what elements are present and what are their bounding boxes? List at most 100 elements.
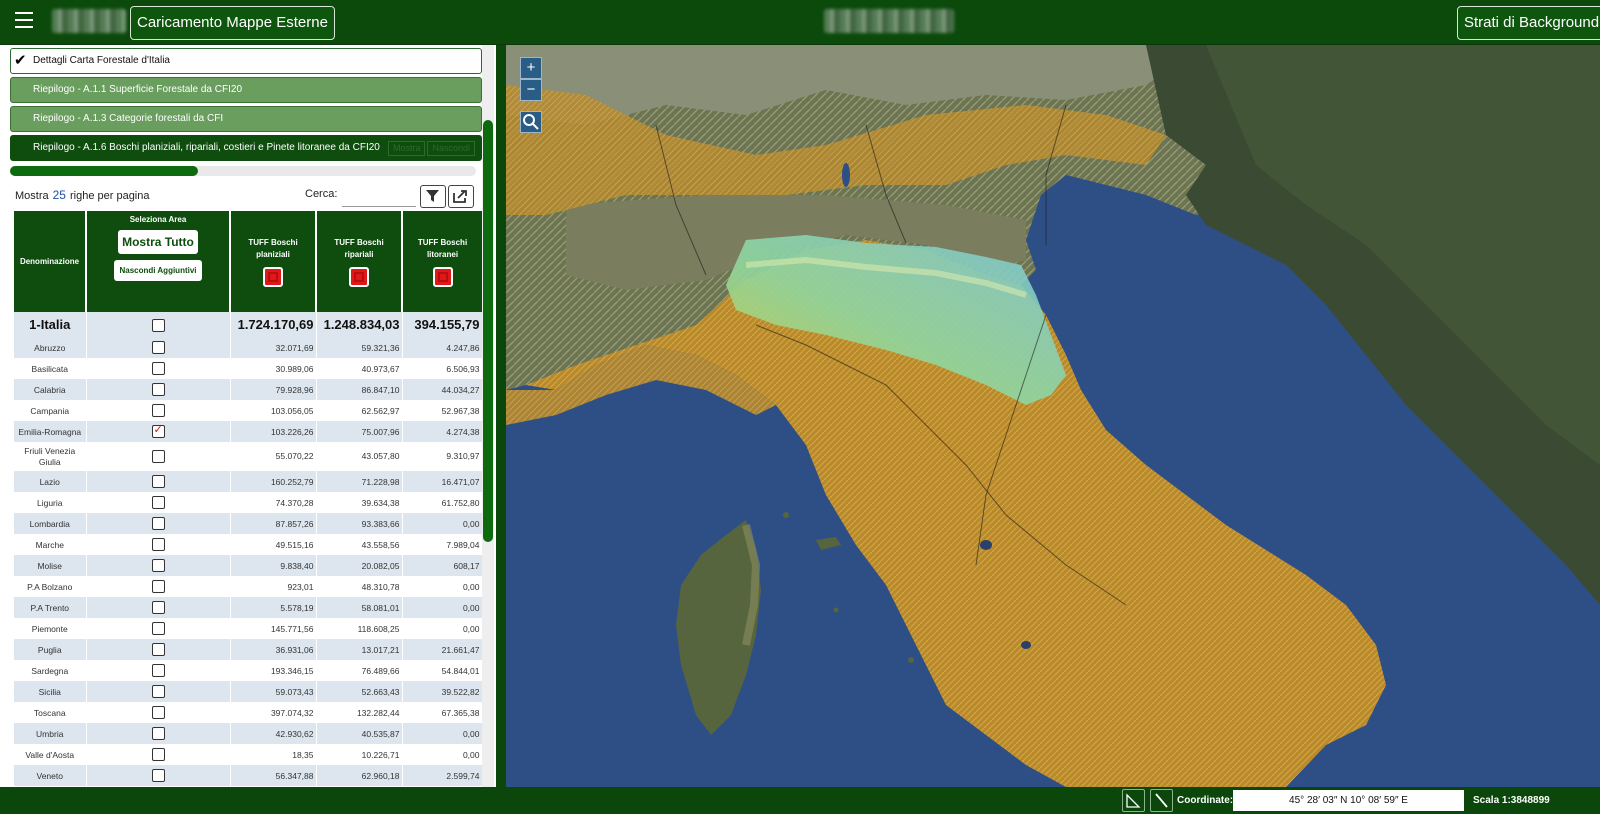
- map-view[interactable]: + −: [506, 45, 1600, 787]
- select-checkbox[interactable]: [151, 341, 165, 354]
- cell-value: 0,00: [402, 513, 482, 534]
- cell-name: Sicilia: [14, 681, 87, 702]
- select-checkbox[interactable]: [151, 450, 165, 463]
- col-header-name[interactable]: Denominazione: [14, 211, 87, 312]
- zoom-box-button[interactable]: [520, 111, 542, 133]
- select-checkbox[interactable]: [151, 538, 165, 551]
- cell-select: [86, 597, 231, 618]
- select-checkbox[interactable]: [151, 685, 165, 698]
- zoom-in-button[interactable]: +: [520, 57, 542, 79]
- select-checkbox[interactable]: [151, 664, 165, 677]
- col-header-select-area: Seleziona Area Mostra Tutto Nascondi Agg…: [86, 211, 231, 312]
- cell-value: 132.282,44: [316, 702, 403, 723]
- page-size-select[interactable]: 25: [53, 188, 66, 202]
- horizontal-scroll-thumb[interactable]: [10, 166, 198, 176]
- select-checkbox[interactable]: [151, 580, 165, 593]
- table-body: 1-Italia 1.724.170,69 1.248.834,03 394.1…: [14, 312, 482, 786]
- toggle-ripariali-button[interactable]: [349, 266, 369, 287]
- cell-value: 40.973,67: [316, 358, 403, 379]
- cell-value: 103.226,26: [230, 421, 317, 442]
- cell-value: 1.724.170,69: [230, 312, 317, 337]
- select-checkbox[interactable]: [151, 404, 165, 417]
- table-row: P.A Trento 5.578,19 58.081,01 0,00: [14, 597, 482, 618]
- zoom-out-button[interactable]: −: [520, 79, 542, 101]
- filter-button[interactable]: [420, 185, 446, 208]
- select-checkbox[interactable]: [151, 769, 165, 782]
- cell-value: 52.967,38: [402, 400, 482, 421]
- col-header-planiziali[interactable]: TUFF Boschi planiziali: [230, 211, 317, 312]
- check-icon: ✔: [14, 52, 27, 69]
- cell-value: 0,00: [402, 618, 482, 639]
- select-checkbox[interactable]: [151, 601, 165, 614]
- background-layers-button[interactable]: Strati di Background: [1457, 6, 1600, 40]
- col2-label: TUFF Boschi ripariali: [334, 237, 384, 259]
- measure-area-icon: [1126, 793, 1141, 808]
- cell-value: 9.310,97: [402, 442, 482, 471]
- cell-value: 59.073,43: [230, 681, 317, 702]
- toggle-litoranei-button[interactable]: [432, 266, 453, 287]
- page-size-prefix: Mostra: [15, 190, 49, 202]
- cell-select: [86, 639, 231, 660]
- accordion-label: Riepilogo - A.1.1 Superficie Forestale d…: [33, 84, 242, 95]
- select-checkbox[interactable]: [151, 559, 165, 572]
- show-all-button[interactable]: Mostra Tutto: [118, 230, 198, 254]
- cell-value: 6.506,93: [402, 358, 482, 379]
- cell-name: Molise: [14, 555, 87, 576]
- cell-name: Calabria: [14, 379, 87, 400]
- cell-name: P.A Trento: [14, 597, 87, 618]
- external-maps-button[interactable]: Caricamento Mappe Esterne: [130, 6, 335, 40]
- hide-layer-button[interactable]: Nascondi: [427, 141, 475, 156]
- select-checkbox[interactable]: [151, 423, 165, 438]
- cell-name: Piemonte: [14, 618, 87, 639]
- search-input[interactable]: [342, 185, 416, 207]
- cell-select: [86, 358, 231, 379]
- col-header-ripariali[interactable]: TUFF Boschi ripariali: [316, 211, 403, 312]
- select-checkbox[interactable]: [151, 383, 165, 396]
- accordion-a13[interactable]: Riepilogo - A.1.3 Categorie forestali da…: [10, 106, 482, 132]
- select-checkbox[interactable]: [151, 748, 165, 761]
- col-header-litoranei[interactable]: TUFF Boschi litoranei: [402, 211, 482, 312]
- cell-value: 56.347,88: [230, 765, 317, 786]
- select-checkbox[interactable]: [151, 727, 165, 740]
- cell-value: 79.928,96: [230, 379, 317, 400]
- measure-area-button[interactable]: [1122, 789, 1145, 812]
- select-checkbox[interactable]: [151, 517, 165, 530]
- select-checkbox[interactable]: [151, 706, 165, 719]
- blurred-logo: [52, 9, 126, 33]
- toggle-planiziali-button[interactable]: [263, 266, 283, 287]
- cell-value: 39.634,38: [316, 492, 403, 513]
- measure-line-button[interactable]: [1150, 789, 1173, 812]
- cell-value: 49.515,16: [230, 534, 317, 555]
- select-checkbox[interactable]: [151, 643, 165, 656]
- table-row: Valle d'Aosta 18,35 10.226,71 0,00: [14, 744, 482, 765]
- map-canvas[interactable]: [506, 45, 1600, 787]
- table-row: Campania 103.056,05 62.562,97 52.967,38: [14, 400, 482, 421]
- cell-value: 43.057,80: [316, 442, 403, 471]
- cell-value: 52.663,43: [316, 681, 403, 702]
- select-checkbox[interactable]: [151, 622, 165, 635]
- select-checkbox[interactable]: [151, 319, 165, 333]
- accordion-a11[interactable]: Riepilogo - A.1.1 Superficie Forestale d…: [10, 77, 482, 103]
- hamburger-icon[interactable]: [15, 12, 33, 28]
- cell-select: [86, 723, 231, 744]
- horizontal-scrollbar[interactable]: [10, 166, 476, 176]
- panel-divider[interactable]: [496, 45, 506, 787]
- cell-name: 1-Italia: [14, 312, 87, 337]
- table-row: Umbria 42.930,62 40.535,87 0,00: [14, 723, 482, 744]
- export-button[interactable]: [448, 185, 474, 208]
- cell-value: 145.771,56: [230, 618, 317, 639]
- select-checkbox[interactable]: [151, 475, 165, 488]
- accordion-label: Dettagli Carta Forestale d'Italia: [33, 55, 170, 66]
- show-layer-button[interactable]: Mostra: [387, 141, 426, 156]
- cell-select: [86, 576, 231, 597]
- select-checkbox[interactable]: [151, 496, 165, 509]
- vertical-scroll-thumb[interactable]: [483, 120, 493, 542]
- cell-name: Toscana: [14, 702, 87, 723]
- hide-added-button[interactable]: Nascondi Aggiuntivi: [114, 260, 202, 281]
- accordion-details[interactable]: ✔ Dettagli Carta Forestale d'Italia: [10, 48, 482, 74]
- select-checkbox[interactable]: [151, 362, 165, 375]
- table-row: Abruzzo 32.071,69 59.321,36 4.247,86: [14, 337, 482, 358]
- cell-value: 54.844,01: [402, 660, 482, 681]
- cell-value: 21.661,47: [402, 639, 482, 660]
- accordion-a16[interactable]: Riepilogo - A.1.6 Boschi planiziali, rip…: [10, 135, 482, 161]
